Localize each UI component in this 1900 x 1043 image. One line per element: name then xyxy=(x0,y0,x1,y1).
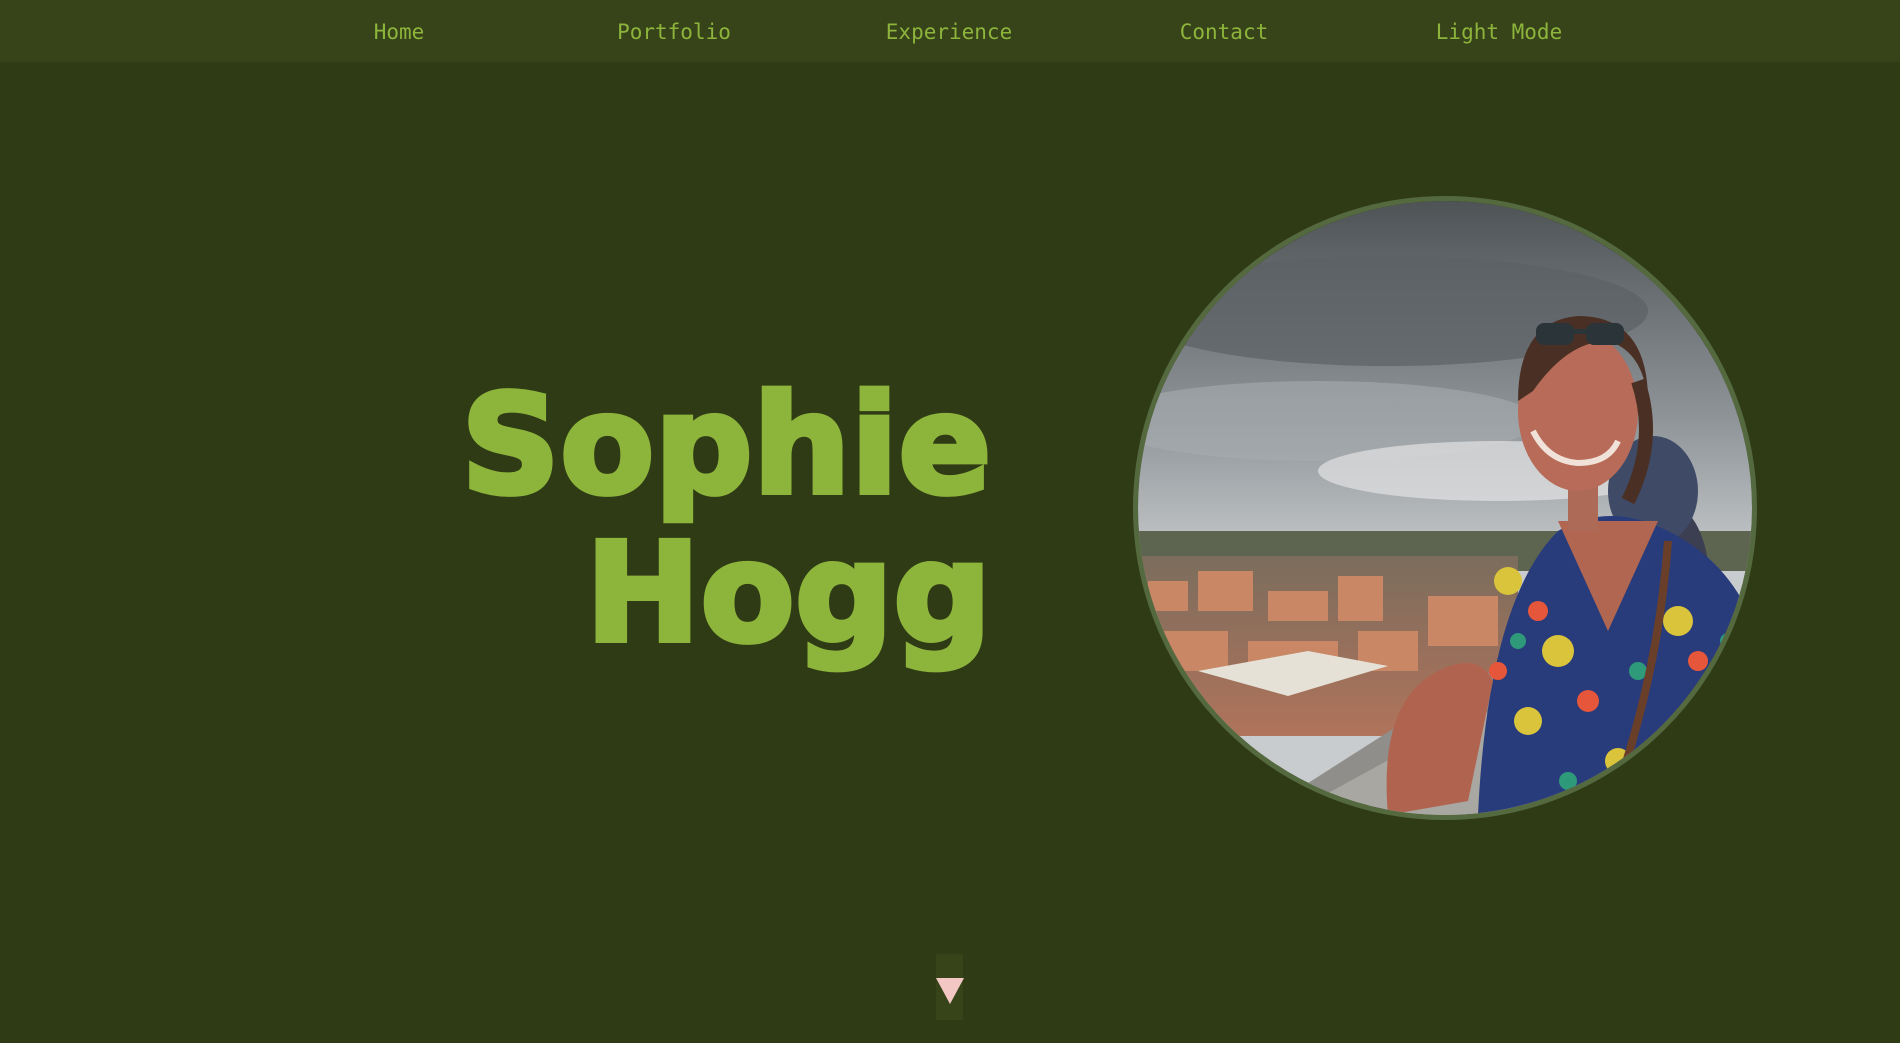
nav-contact-link[interactable]: Contact xyxy=(1124,0,1324,62)
hero-last-name: Hogg xyxy=(583,515,994,673)
scroll-down-button[interactable] xyxy=(936,954,964,1020)
nav-experience-link[interactable]: Experience xyxy=(849,0,1049,62)
light-mode-toggle[interactable]: Light Mode xyxy=(1399,0,1599,62)
triangle-down-icon xyxy=(936,978,964,1004)
profile-photo-image xyxy=(1138,201,1752,815)
navbar: Home Portfolio Experience Contact Light … xyxy=(0,0,1900,62)
nav-home-link[interactable]: Home xyxy=(299,0,499,62)
hero-name: Sophie Hogg xyxy=(459,367,994,673)
nav-portfolio-link[interactable]: Portfolio xyxy=(574,0,774,62)
profile-photo xyxy=(1133,196,1757,820)
hero-first-name: Sophie xyxy=(459,367,994,525)
